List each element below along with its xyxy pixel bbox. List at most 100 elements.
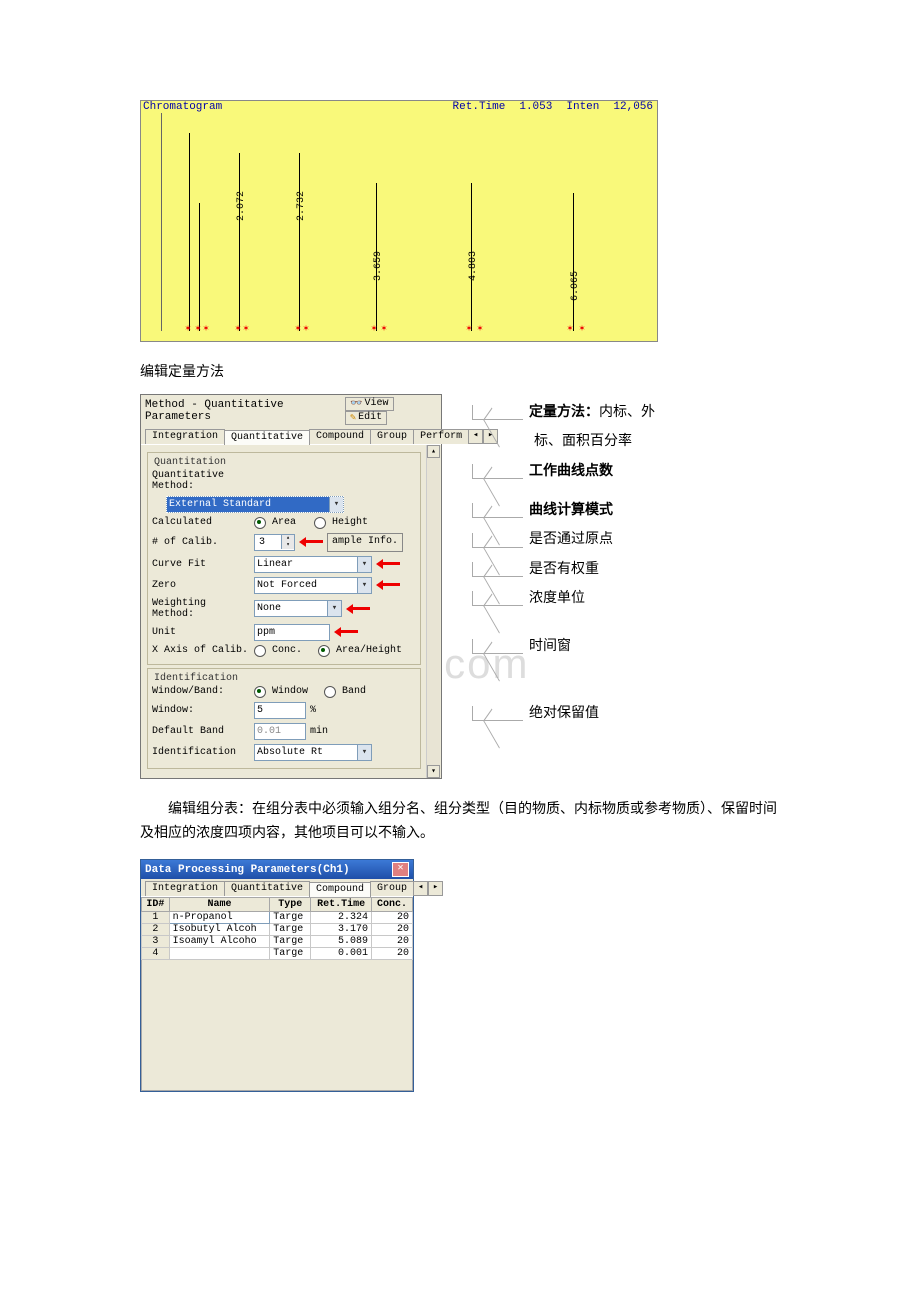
scrollbar[interactable]: ▴ ▾ — [426, 445, 440, 778]
table-row[interactable]: 1n-PropanolTarge2.32420 — [142, 912, 413, 924]
col-id[interactable]: ID# — [142, 898, 170, 912]
ctab-quantitative[interactable]: Quantitative — [224, 881, 310, 896]
note-absrt: 绝对保留值 — [529, 699, 599, 728]
note-sketch-icon — [472, 533, 523, 548]
col-name[interactable]: Name — [169, 898, 270, 912]
height-radio-label: Height — [332, 517, 368, 528]
col-conc[interactable]: Conc. — [372, 898, 413, 912]
identification-legend: Identification — [152, 673, 240, 684]
note-method-line2: 标、面积百分率 — [534, 427, 632, 456]
tab-integration[interactable]: Integration — [145, 429, 225, 444]
height-radio[interactable] — [314, 517, 326, 529]
quantitation-legend: Quantitation — [152, 457, 228, 468]
edit-button[interactable]: ✎Edit — [345, 411, 387, 425]
baseline-mark-icon: ✶ — [303, 323, 309, 335]
band-radio[interactable] — [324, 686, 336, 698]
close-button[interactable]: ✕ — [392, 862, 409, 877]
band-radio-label: Band — [342, 686, 366, 697]
note-sketch-icon — [472, 405, 523, 420]
section-edit-quant-method: 编辑定量方法 — [140, 360, 780, 384]
view-button[interactable]: 👓View — [345, 397, 393, 411]
arrow-icon — [299, 537, 323, 547]
tab-compound[interactable]: Compound — [309, 429, 371, 444]
baseline-mark-icon: ✶ — [371, 323, 377, 335]
ctab-compound[interactable]: Compound — [309, 882, 371, 897]
window-input[interactable]: 5 — [254, 702, 306, 719]
chrom-axis — [161, 113, 162, 331]
arrow-icon — [346, 604, 370, 614]
window-unit: % — [310, 705, 316, 716]
note-unit: 浓度单位 — [529, 584, 585, 613]
ncalib-spinner[interactable]: 3▴▾ — [254, 534, 295, 551]
peak: 3.659 — [376, 183, 377, 331]
peak-label: 6.065 — [570, 271, 581, 301]
ctab-integration[interactable]: Integration — [145, 881, 225, 896]
quantitation-group: Quantitation Quantitative Method: Extern… — [147, 452, 421, 665]
tab-group[interactable]: Group — [370, 429, 414, 444]
table-row[interactable]: 2Isobutyl AlcohTarge3.17020 — [142, 924, 413, 936]
tab-scroll-right-icon[interactable]: ▸ — [428, 881, 443, 896]
curvefit-select[interactable]: Linear — [254, 556, 372, 573]
note-sketch-icon — [472, 464, 523, 479]
baseline-mark-icon: ✶ — [466, 323, 472, 335]
scroll-up-icon[interactable]: ▴ — [427, 445, 440, 458]
defaultband-unit: min — [310, 726, 328, 737]
peak: 4.803 — [471, 183, 472, 331]
areaheight-radio[interactable] — [318, 645, 330, 657]
baseline-mark-icon: ✶ — [579, 323, 585, 335]
baseline-mark-icon: ✶ — [203, 323, 209, 335]
conc-radio[interactable] — [254, 645, 266, 657]
table-row[interactable]: 3Isoamyl AlcohoTarge5.08920 — [142, 936, 413, 948]
inten-value: 12,056 — [613, 101, 653, 113]
note-sketch-icon — [472, 562, 523, 577]
arrow-icon — [376, 580, 400, 590]
tab-scroll-left-icon[interactable]: ◂ — [468, 429, 483, 444]
defaultband-label: Default Band — [152, 726, 250, 737]
quant-params-dialog: Method - Quantitative Parameters 👓View ✎… — [140, 394, 442, 779]
note-method-bold: 定量方法： — [529, 405, 599, 420]
scroll-down-icon[interactable]: ▾ — [427, 765, 440, 778]
tab-scroll-left-icon[interactable]: ◂ — [413, 881, 428, 896]
ctab-group[interactable]: Group — [370, 881, 414, 896]
col-rettime[interactable]: Ret.Time — [311, 898, 372, 912]
dialog-title: Method - Quantitative Parameters — [145, 399, 345, 423]
identification-label: Identification — [152, 747, 250, 758]
window-radio[interactable] — [254, 686, 266, 698]
peak — [189, 133, 190, 331]
arrow-icon — [376, 559, 400, 569]
areaheight-radio-label: Area/Height — [336, 645, 402, 656]
ctab-scroll[interactable]: ◂▸ — [413, 881, 443, 896]
curvefit-label: Curve Fit — [152, 559, 250, 570]
tab-quantitative[interactable]: Quantitative — [224, 430, 310, 445]
chromatogram-panel: Chromatogram Ret.Time 1.053 Inten 12,056… — [140, 100, 658, 342]
compound-table-dialog: Data Processing Parameters(Ch1) ✕ Integr… — [140, 859, 414, 1092]
note-timewin: 时间窗 — [529, 632, 571, 661]
peak-label: 2.072 — [236, 191, 247, 221]
peak-label: 4.803 — [468, 251, 479, 281]
peak: 2.732 — [299, 153, 300, 331]
tab-performance[interactable]: Perform — [413, 429, 469, 444]
unit-input[interactable]: ppm — [254, 624, 330, 641]
baseline-mark-icon: ✶ — [381, 323, 387, 335]
quant-method-label: Quantitative Method: — [152, 470, 250, 492]
table-row[interactable]: 4Targe0.00120 — [142, 948, 413, 960]
peak: 2.072 — [239, 153, 240, 331]
area-radio[interactable] — [254, 517, 266, 529]
defaultband-input[interactable]: 0.01 — [254, 723, 306, 740]
baseline-mark-icon: ✶ — [235, 323, 241, 335]
col-type[interactable]: Type — [270, 898, 311, 912]
conc-radio-label: Conc. — [272, 645, 302, 656]
tab-bar: Integration Quantitative Compound Group … — [141, 427, 441, 445]
sample-info-button[interactable]: ample Info. — [327, 533, 403, 552]
weighting-select[interactable]: None — [254, 600, 342, 617]
identification-select[interactable]: Absolute Rt — [254, 744, 372, 761]
baseline-mark-icon: ✶ — [243, 323, 249, 335]
quant-method-select[interactable]: External Standard — [166, 496, 344, 513]
arrow-icon — [334, 627, 358, 637]
windowband-label: Window/Band: — [152, 686, 250, 697]
compound-table[interactable]: ID# Name Type Ret.Time Conc. 1n-Propanol… — [141, 897, 413, 960]
zero-select[interactable]: Not Forced — [254, 577, 372, 594]
baseline-mark-icon: ✶ — [567, 323, 573, 335]
ncalib-label: # of Calib. — [152, 537, 250, 548]
note-method-rest: 内标、外 — [599, 405, 655, 420]
